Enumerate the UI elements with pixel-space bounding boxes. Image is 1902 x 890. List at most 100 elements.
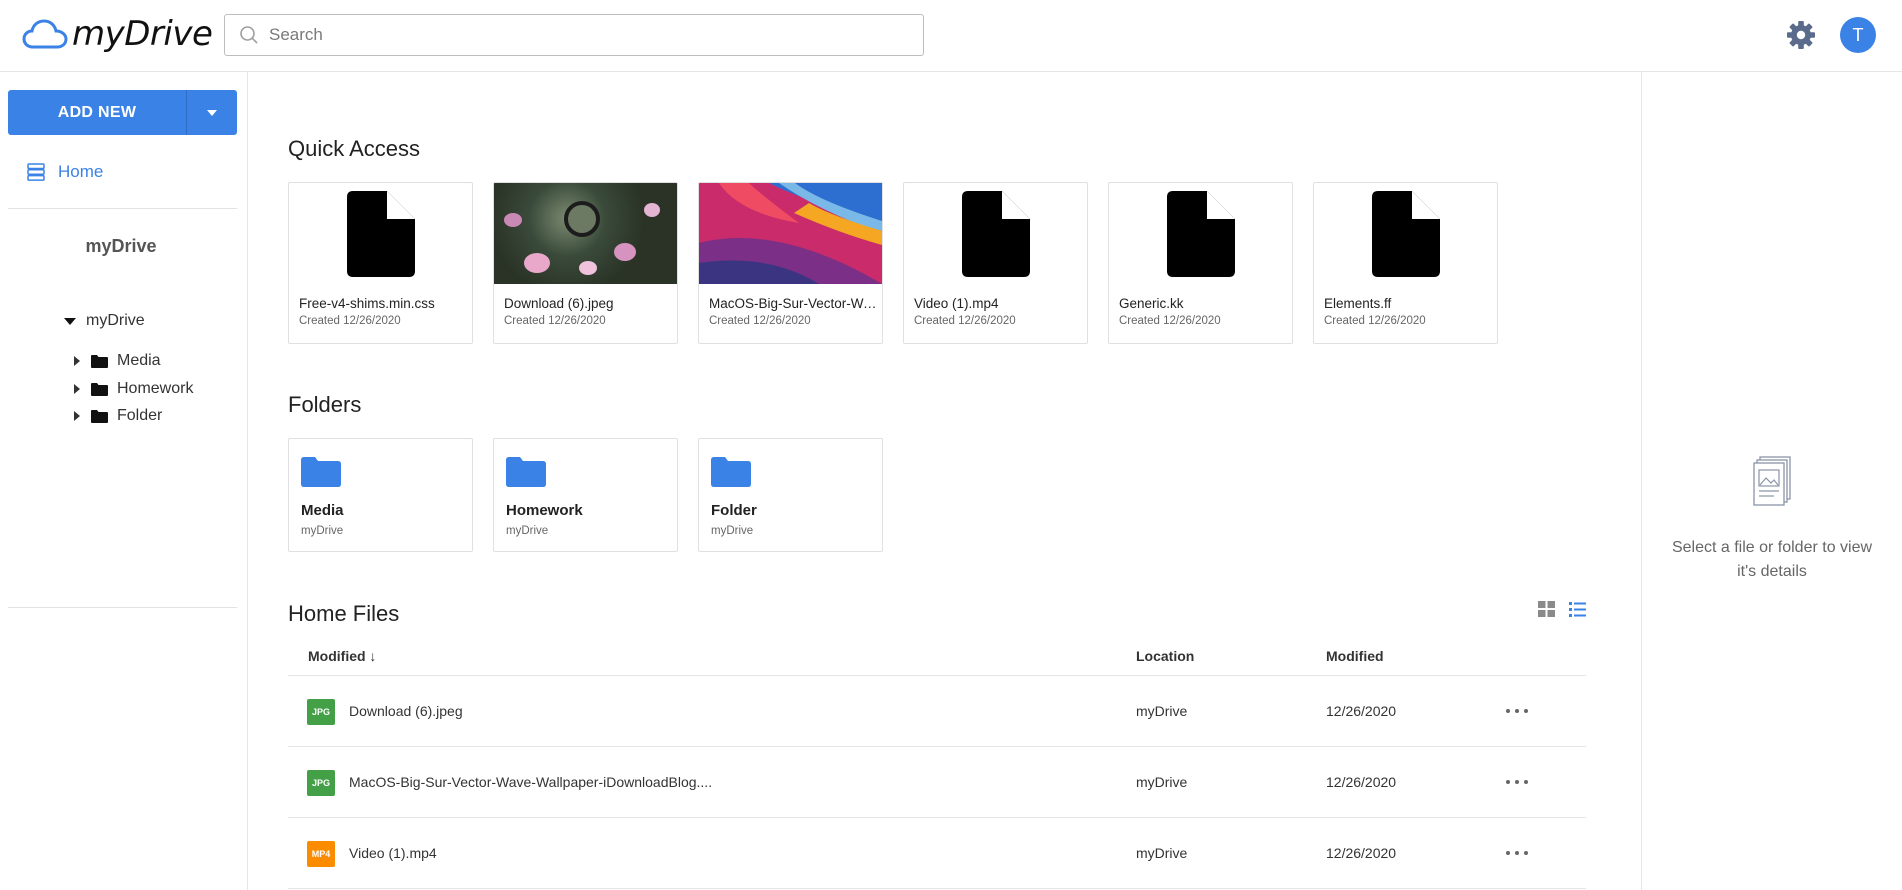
view-toggle bbox=[1538, 601, 1586, 617]
folder-icon bbox=[301, 457, 341, 487]
table-row[interactable]: JPG Download (6).jpeg myDrive 12/26/2020 bbox=[288, 676, 1586, 747]
more-options-icon[interactable] bbox=[1506, 844, 1528, 862]
table-row[interactable]: JPG MacOS-Big-Sur-Vector-Wave-Wallpaper-… bbox=[288, 747, 1586, 818]
column-header-name[interactable]: Modified ↓ bbox=[308, 648, 376, 664]
app-name: myDrive bbox=[72, 14, 213, 54]
sidebar: ADD NEW Home myDrive myDrive Media Homew… bbox=[0, 72, 248, 890]
gear-icon[interactable] bbox=[1786, 20, 1816, 50]
file-created: Created 12/26/2020 bbox=[1324, 315, 1426, 327]
tree-item-label: Folder bbox=[117, 407, 163, 424]
row-modified: 12/26/2020 bbox=[1326, 774, 1397, 790]
row-location: myDrive bbox=[1136, 774, 1188, 790]
row-location: myDrive bbox=[1136, 845, 1188, 861]
details-empty-text: Select a file or folder to view it's det… bbox=[1671, 539, 1873, 580]
list-view-icon[interactable] bbox=[1569, 601, 1586, 617]
cloud-icon bbox=[22, 19, 68, 49]
more-options-icon[interactable] bbox=[1506, 773, 1528, 791]
caret-down-icon bbox=[207, 109, 217, 116]
jpg-file-icon: JPG bbox=[307, 770, 335, 796]
tree-item-homework[interactable]: Homework bbox=[74, 380, 193, 398]
tree-item-label: Homework bbox=[117, 380, 194, 397]
row-file-name: Video (1).mp4 bbox=[349, 845, 437, 861]
table-row[interactable]: MP4 Video (1).mp4 myDrive 12/26/2020 bbox=[288, 818, 1586, 889]
quick-access-card[interactable]: Elements.ff Created 12/26/2020 bbox=[1313, 182, 1498, 344]
file-name: Download (6).jpeg bbox=[504, 296, 614, 311]
row-file-name: MacOS-Big-Sur-Vector-Wave-Wallpaper-iDow… bbox=[349, 774, 713, 790]
row-file-name: Download (6).jpeg bbox=[349, 703, 463, 719]
add-new-button[interactable]: ADD NEW bbox=[8, 90, 237, 135]
app-logo[interactable]: myDrive bbox=[22, 14, 213, 54]
flower-shape bbox=[579, 261, 597, 275]
jpg-file-icon: JPG bbox=[307, 699, 335, 725]
column-header-location[interactable]: Location bbox=[1136, 648, 1194, 664]
home-label: Home bbox=[58, 162, 104, 181]
sidebar-divider bbox=[8, 208, 237, 209]
column-header-modified[interactable]: Modified bbox=[1326, 648, 1384, 664]
folder-card-homework[interactable]: Homework myDrive bbox=[493, 438, 678, 552]
file-name: MacOS-Big-Sur-Vector-Wave-Wallpaper-iDow… bbox=[709, 296, 877, 311]
file-thumbnail bbox=[289, 183, 472, 284]
file-name: Generic.kk bbox=[1119, 296, 1184, 311]
folder-icon bbox=[91, 382, 108, 396]
add-new-dropdown[interactable] bbox=[186, 90, 237, 135]
file-icon bbox=[1371, 190, 1440, 277]
row-location: myDrive bbox=[1136, 703, 1188, 719]
tree-root-label: myDrive bbox=[86, 312, 145, 329]
grid-view-icon[interactable] bbox=[1538, 601, 1555, 617]
file-icon bbox=[346, 190, 415, 277]
add-new-label[interactable]: ADD NEW bbox=[8, 90, 186, 135]
quick-access-title: Quick Access bbox=[288, 136, 421, 161]
top-header: myDrive T bbox=[0, 0, 1902, 72]
file-thumbnail bbox=[904, 183, 1087, 284]
sidebar-divider bbox=[8, 607, 237, 608]
caret-right-icon[interactable] bbox=[74, 384, 80, 394]
file-name: Video (1).mp4 bbox=[914, 296, 999, 311]
storage-icon bbox=[27, 163, 45, 181]
sidebar-item-home[interactable]: Home bbox=[26, 162, 103, 182]
quick-access-card[interactable]: Video (1).mp4 Created 12/26/2020 bbox=[903, 182, 1088, 344]
folder-card-folder[interactable]: Folder myDrive bbox=[698, 438, 883, 552]
more-options-icon[interactable] bbox=[1506, 702, 1528, 720]
flower-shape bbox=[644, 203, 660, 217]
tree-item-folder[interactable]: Folder bbox=[74, 407, 162, 425]
wallpaper-thumbnail bbox=[699, 183, 882, 284]
folder-name: Folder bbox=[711, 502, 757, 519]
lens-shape bbox=[564, 201, 600, 237]
file-thumbnail bbox=[1314, 183, 1497, 284]
file-name: Elements.ff bbox=[1324, 296, 1392, 311]
caret-right-icon[interactable] bbox=[74, 411, 80, 421]
file-created: Created 12/26/2020 bbox=[299, 315, 401, 327]
row-modified: 12/26/2020 bbox=[1326, 703, 1397, 719]
tree-root[interactable]: myDrive bbox=[64, 312, 145, 330]
folder-card-media[interactable]: Media myDrive bbox=[288, 438, 473, 552]
search-icon bbox=[240, 26, 258, 44]
quick-access-card[interactable]: Generic.kk Created 12/26/2020 bbox=[1108, 182, 1293, 344]
photo-thumbnail bbox=[494, 183, 677, 284]
file-icon bbox=[961, 190, 1030, 277]
folder-icon bbox=[711, 457, 751, 487]
search-input[interactable] bbox=[269, 25, 909, 45]
flower-shape bbox=[504, 213, 522, 227]
file-icon bbox=[1166, 190, 1235, 277]
document-stack-icon bbox=[1753, 456, 1791, 506]
row-modified: 12/26/2020 bbox=[1326, 845, 1397, 861]
quick-access-card[interactable]: Free-v4-shims.min.css Created 12/26/2020 bbox=[288, 182, 473, 344]
caret-down-icon[interactable] bbox=[64, 317, 76, 325]
folder-location: myDrive bbox=[711, 525, 754, 537]
quick-access-card[interactable]: MacOS-Big-Sur-Vector-Wave-Wallpaper-iDow… bbox=[698, 182, 883, 344]
quick-access-card[interactable]: Download (6).jpeg Created 12/26/2020 bbox=[493, 182, 678, 344]
folder-location: myDrive bbox=[301, 525, 344, 537]
search-box[interactable] bbox=[224, 14, 924, 56]
file-name: Free-v4-shims.min.css bbox=[299, 296, 435, 311]
home-files-title: Home Files bbox=[288, 601, 400, 626]
drive-title: myDrive bbox=[85, 236, 157, 256]
folder-name: Homework bbox=[506, 502, 583, 519]
folder-icon bbox=[91, 354, 108, 368]
user-avatar[interactable]: T bbox=[1840, 17, 1876, 53]
file-created: Created 12/26/2020 bbox=[914, 315, 1016, 327]
tree-item-media[interactable]: Media bbox=[74, 352, 161, 370]
file-created: Created 12/26/2020 bbox=[504, 315, 606, 327]
folder-icon bbox=[91, 409, 108, 423]
file-created: Created 12/26/2020 bbox=[1119, 315, 1221, 327]
caret-right-icon[interactable] bbox=[74, 356, 80, 366]
